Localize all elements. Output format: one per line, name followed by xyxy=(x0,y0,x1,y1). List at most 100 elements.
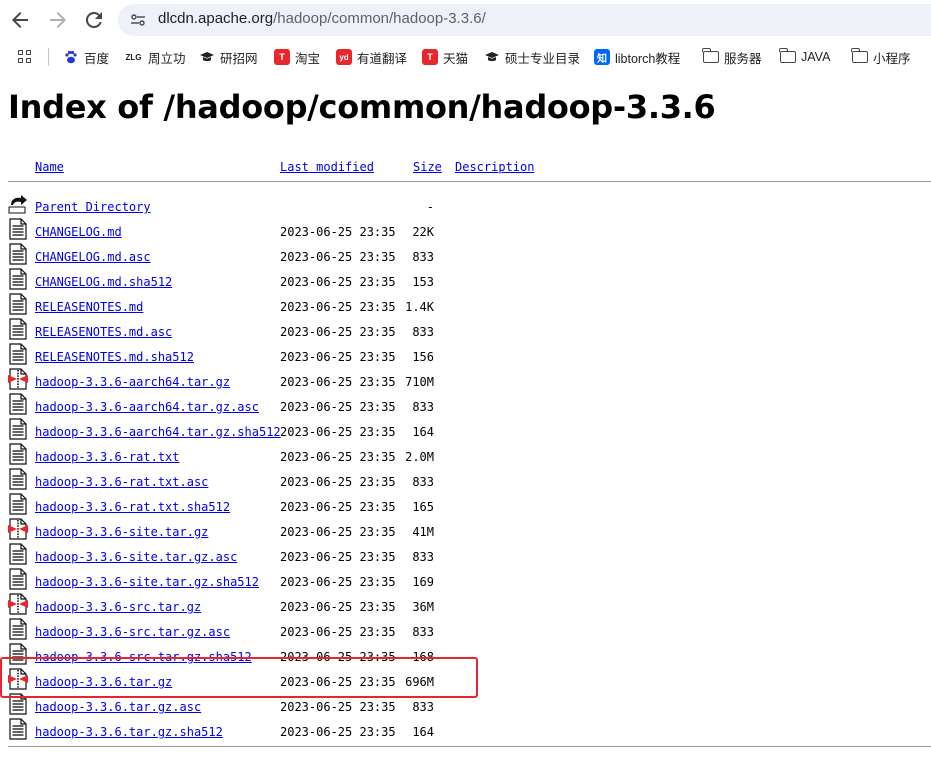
parent-directory-row: Parent Directory - xyxy=(0,193,931,218)
file-link[interactable]: RELEASENOTES.md xyxy=(35,300,143,314)
sort-by-name-link[interactable]: Name xyxy=(35,160,64,174)
graduation-cap-icon xyxy=(199,49,215,65)
sort-by-description-link[interactable]: Description xyxy=(455,160,534,174)
file-row: hadoop-3.3.6-site.tar.gz.sha512 2023-06-… xyxy=(0,568,931,593)
file-row: hadoop-3.3.6-rat.txt 2023-06-25 23:35 2.… xyxy=(0,443,931,468)
file-link[interactable]: hadoop-3.3.6-src.tar.gz.asc xyxy=(35,625,230,639)
file-link[interactable]: hadoop-3.3.6-rat.txt xyxy=(35,450,180,464)
bookmark-folder-java[interactable]: JAVA xyxy=(779,46,831,68)
file-date: 2023-06-25 23:35 xyxy=(280,625,396,639)
file-size: 833 xyxy=(412,550,434,564)
file-link[interactable]: hadoop-3.3.6-aarch64.tar.gz.sha512 xyxy=(35,425,281,439)
file-link[interactable]: hadoop-3.3.6-src.tar.gz xyxy=(35,600,201,614)
file-link[interactable]: CHANGELOG.md.asc xyxy=(35,250,151,264)
bookmark-baidu[interactable]: 百度 xyxy=(63,46,109,68)
bookmark-zlg[interactable]: ZLG 周立功 xyxy=(124,46,186,68)
forward-arrow-icon[interactable] xyxy=(46,8,70,32)
compressed-file-icon xyxy=(8,593,28,615)
file-row-highlighted: hadoop-3.3.6.tar.gz 2023-06-25 23:35 696… xyxy=(0,668,931,693)
file-size: 2.0M xyxy=(405,450,434,464)
bookmark-tmall[interactable]: T 天猫 xyxy=(422,46,468,68)
file-row: hadoop-3.3.6-aarch64.tar.gz.asc 2023-06-… xyxy=(0,393,931,418)
folder-icon xyxy=(851,48,868,63)
header-divider xyxy=(8,181,931,182)
bookmark-libtorch[interactable]: 知 libtorch教程 xyxy=(594,46,680,68)
file-row: CHANGELOG.md.sha512 2023-06-25 23:35 153 xyxy=(0,268,931,293)
apps-grid-icon[interactable] xyxy=(18,50,32,64)
file-link[interactable]: hadoop-3.3.6-rat.txt.sha512 xyxy=(35,500,230,514)
sort-by-size-link[interactable]: Size xyxy=(413,160,442,174)
folder-icon xyxy=(702,48,719,63)
taobao-t-icon: T xyxy=(274,49,290,65)
text-file-icon xyxy=(8,218,28,240)
file-link[interactable]: hadoop-3.3.6-site.tar.gz.sha512 xyxy=(35,575,259,589)
file-link[interactable]: hadoop-3.3.6-aarch64.tar.gz.asc xyxy=(35,400,259,414)
file-link[interactable]: hadoop-3.3.6-rat.txt.asc xyxy=(35,475,208,489)
file-date: 2023-06-25 23:35 xyxy=(280,725,396,739)
file-date: 2023-06-25 23:35 xyxy=(280,375,396,389)
bookmark-label: 百度 xyxy=(84,51,110,66)
zhihu-icon: 知 xyxy=(594,49,610,65)
file-link[interactable]: RELEASENOTES.md.asc xyxy=(35,325,172,339)
address-bar[interactable]: dlcdn.apache.org/hadoop/common/hadoop-3.… xyxy=(118,4,931,36)
file-link[interactable]: CHANGELOG.md.sha512 xyxy=(35,275,172,289)
bookmark-label: 小程序 xyxy=(873,51,911,66)
file-link[interactable]: hadoop-3.3.6-src.tar.gz.sha512 xyxy=(35,650,252,664)
file-row: CHANGELOG.md.asc 2023-06-25 23:35 833 xyxy=(0,243,931,268)
file-row: hadoop-3.3.6-src.tar.gz 2023-06-25 23:35… xyxy=(0,593,931,618)
file-date: 2023-06-25 23:35 xyxy=(280,650,396,664)
bookmark-yanzhao[interactable]: 研招网 xyxy=(199,46,258,68)
file-size: 833 xyxy=(412,325,434,339)
file-link[interactable]: hadoop-3.3.6.tar.gz.asc xyxy=(35,700,201,714)
bookmark-master-catalog[interactable]: 硕士专业目录 xyxy=(484,46,580,68)
parent-directory-link[interactable]: Parent Directory xyxy=(35,200,151,214)
file-link[interactable]: hadoop-3.3.6-site.tar.gz xyxy=(35,525,208,539)
file-row: RELEASENOTES.md.asc 2023-06-25 23:35 833 xyxy=(0,318,931,343)
file-size: 696M xyxy=(405,675,434,689)
reload-icon[interactable] xyxy=(82,8,106,32)
file-date: 2023-06-25 23:35 xyxy=(280,450,396,464)
file-date: 2023-06-25 23:35 xyxy=(280,250,396,264)
file-size: 833 xyxy=(412,700,434,714)
bookmark-label: JAVA xyxy=(801,50,831,64)
site-info-icon[interactable] xyxy=(130,12,146,28)
file-row: hadoop-3.3.6-src.tar.gz.asc 2023-06-25 2… xyxy=(0,618,931,643)
file-date: 2023-06-25 23:35 xyxy=(280,425,396,439)
column-header-last-modified: Last modified xyxy=(280,160,374,174)
file-link[interactable]: hadoop-3.3.6-site.tar.gz.asc xyxy=(35,550,237,564)
zlg-icon: ZLG xyxy=(125,52,142,62)
file-link[interactable]: hadoop-3.3.6-aarch64.tar.gz xyxy=(35,375,230,389)
page-title: Index of /hadoop/common/hadoop-3.3.6 xyxy=(8,88,716,126)
url-path: /hadoop/common/hadoop-3.3.6/ xyxy=(273,10,486,27)
bookmarks-divider xyxy=(48,48,49,66)
text-file-icon xyxy=(8,693,28,715)
compressed-file-icon xyxy=(8,518,28,540)
youdao-icon: yd xyxy=(336,49,352,65)
file-date: 2023-06-25 23:35 xyxy=(280,525,396,539)
file-link[interactable]: RELEASENOTES.md.sha512 xyxy=(35,350,194,364)
bookmark-folder-miniprogram[interactable]: 小程序 xyxy=(851,46,911,68)
file-date: 2023-06-25 23:35 xyxy=(280,475,396,489)
file-size: 153 xyxy=(412,275,434,289)
file-date: 2023-06-25 23:35 xyxy=(280,225,396,239)
file-size: - xyxy=(426,200,434,214)
text-file-icon xyxy=(8,343,28,365)
file-date: 2023-06-25 23:35 xyxy=(280,675,396,689)
text-file-icon xyxy=(8,618,28,640)
text-file-icon xyxy=(8,568,28,590)
file-link[interactable]: CHANGELOG.md xyxy=(35,225,122,239)
file-link[interactable]: hadoop-3.3.6.tar.gz.sha512 xyxy=(35,725,223,739)
bookmark-folder-servers[interactable]: 服务器 xyxy=(702,46,762,68)
url-host: dlcdn.apache.org xyxy=(158,10,274,27)
file-row: CHANGELOG.md 2023-06-25 23:35 22K xyxy=(0,218,931,243)
footer-divider xyxy=(8,746,931,747)
file-link[interactable]: hadoop-3.3.6.tar.gz xyxy=(35,675,172,689)
bookmark-taobao[interactable]: T 淘宝 xyxy=(274,46,320,68)
back-arrow-icon[interactable] xyxy=(8,8,32,32)
file-size: 164 xyxy=(412,725,434,739)
sort-by-modified-link[interactable]: Last modified xyxy=(280,160,374,174)
back-folder-icon xyxy=(8,195,27,214)
bookmark-youdao[interactable]: yd 有道翻译 xyxy=(336,46,407,68)
text-file-icon xyxy=(8,293,28,315)
text-file-icon xyxy=(8,718,28,740)
